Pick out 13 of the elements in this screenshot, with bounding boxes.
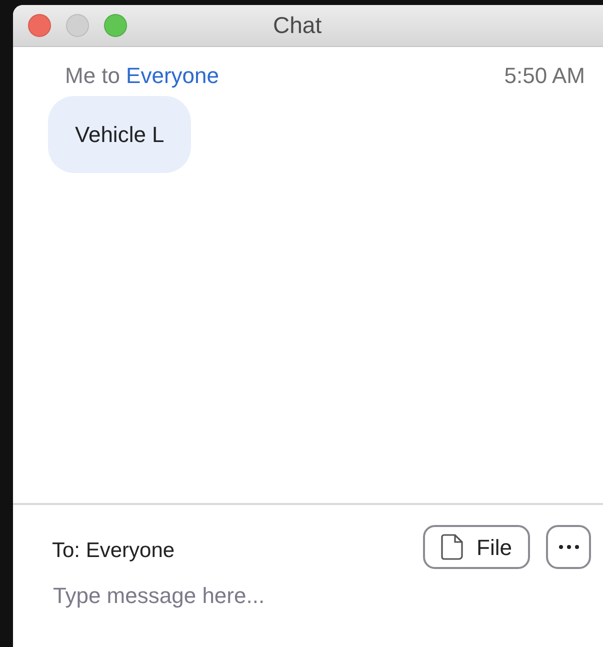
more-button[interactable] — [546, 525, 591, 569]
zoom-button[interactable] — [104, 14, 127, 37]
close-button[interactable] — [28, 14, 51, 37]
message-time: 5:50 AM — [504, 62, 585, 90]
message-input[interactable]: Type message here... — [53, 579, 533, 612]
recipient-selector[interactable]: To: Everyone — [52, 527, 423, 567]
message-bubble: Vehicle L — [48, 96, 192, 173]
sender-label: Me to — [65, 62, 120, 90]
ellipsis-icon — [558, 545, 578, 549]
recipient-label: Everyone — [126, 62, 219, 90]
window-title: Chat — [273, 11, 322, 40]
file-button[interactable]: File — [422, 525, 530, 569]
document-icon — [440, 534, 463, 560]
